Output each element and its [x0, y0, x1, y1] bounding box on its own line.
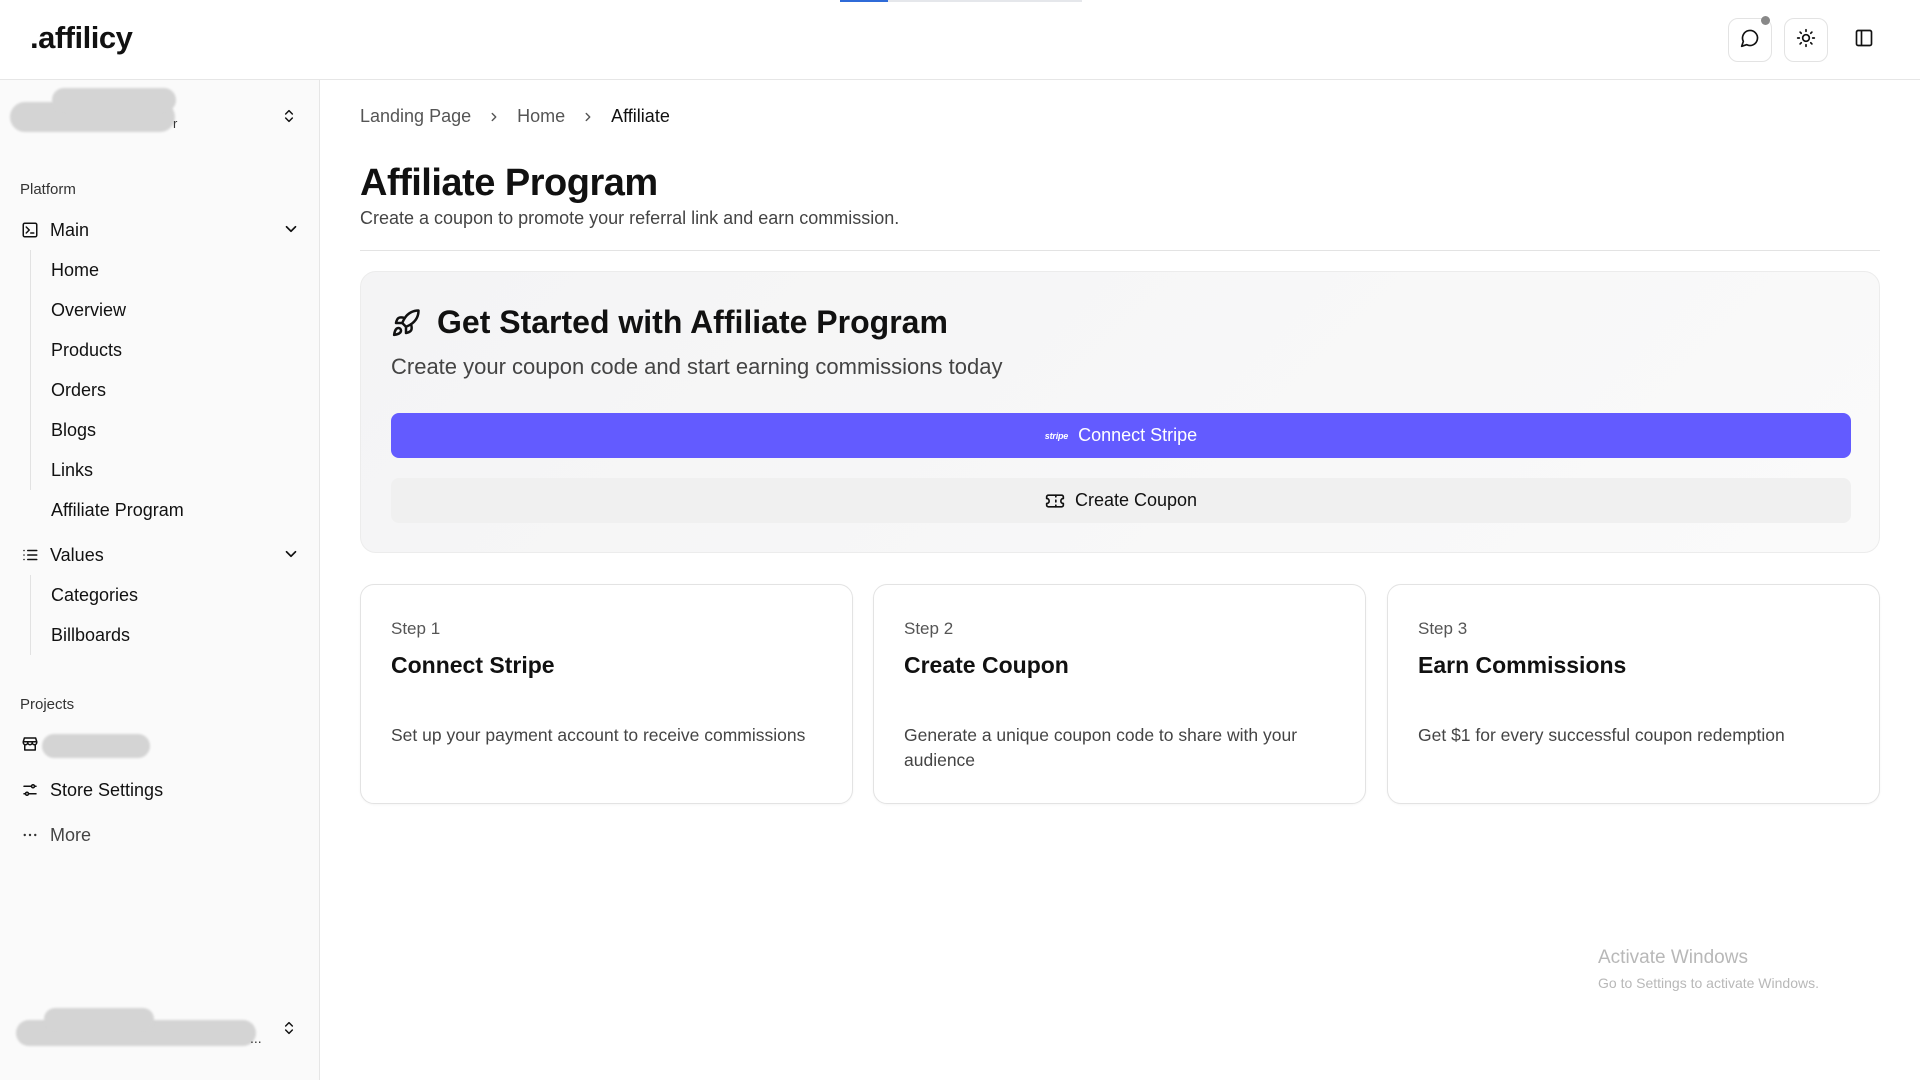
- stripe-logo-icon: stripe: [1044, 430, 1069, 441]
- page-subtitle: Create a coupon to promote your referral…: [360, 208, 900, 228]
- sidebar-group-values-label: Values: [50, 544, 104, 565]
- get-started-subtitle: Create your coupon code and start earnin…: [391, 354, 1003, 379]
- store-settings-label: Store Settings: [50, 779, 164, 800]
- user-switcher[interactable]: ...: [10, 1000, 300, 1060]
- sidebar-item-blogs[interactable]: Blogs: [51, 412, 96, 448]
- watermark-subtitle: Go to Settings to activate Windows.: [1598, 975, 1819, 991]
- divider: [360, 250, 1880, 251]
- sidebar-item-orders[interactable]: Orders: [51, 372, 106, 408]
- submenu-guide-line: [30, 250, 31, 490]
- redacted-store-name: [42, 734, 150, 758]
- sidebar-item-billboards[interactable]: Billboards: [51, 617, 130, 653]
- more-horizontal-icon: [20, 825, 40, 845]
- chevrons-up-down-icon: [281, 108, 297, 129]
- list-icon: [20, 545, 40, 565]
- sidebar-item-links[interactable]: Links: [51, 452, 93, 488]
- breadcrumb-affiliate: Affiliate: [611, 106, 670, 126]
- step-description: Set up your payment account to receive c…: [391, 725, 806, 745]
- notification-dot: [1761, 16, 1770, 25]
- sidebar-item-more[interactable]: More: [20, 817, 300, 853]
- redacted-team-avatar: [52, 88, 176, 112]
- theme-toggle-button[interactable]: [1784, 18, 1828, 62]
- chevron-right-icon: [487, 110, 501, 124]
- chevrons-up-down-icon: [281, 1020, 297, 1041]
- chevron-down-icon: [282, 545, 300, 568]
- step-card-2: Step 2 Create Coupon Generate a unique c…: [873, 584, 1366, 804]
- chevron-right-icon: [581, 110, 595, 124]
- get-started-heading: Get Started with Affiliate Program: [391, 304, 948, 341]
- sidebar-item-store[interactable]: [20, 726, 300, 762]
- step-number: Step 2: [904, 619, 954, 638]
- sidebar-group-main[interactable]: Main: [20, 212, 300, 248]
- breadcrumb-home[interactable]: Home: [517, 106, 565, 127]
- user-name-suffix: ...: [250, 1030, 262, 1046]
- get-started-title: Get Started with Affiliate Program: [437, 304, 948, 340]
- top-bar: .affilicy: [0, 0, 1920, 80]
- page-title: Affiliate Program: [360, 162, 658, 204]
- app-logo[interactable]: .affilicy: [30, 20, 133, 56]
- rocket-icon: [391, 308, 421, 338]
- loading-progress-bar: [840, 0, 1082, 2]
- step-title: Earn Commissions: [1418, 652, 1627, 678]
- sidebar-item-products[interactable]: Products: [51, 332, 122, 368]
- team-name-suffix: r: [173, 116, 178, 131]
- feedback-button[interactable]: [1728, 16, 1772, 62]
- more-label: More: [50, 824, 92, 845]
- step-title: Create Coupon: [904, 652, 1069, 678]
- sidebar-item-store-settings[interactable]: Store Settings: [20, 772, 300, 808]
- watermark-title: Activate Windows: [1598, 947, 1748, 968]
- message-icon: [1740, 28, 1760, 53]
- ticket-icon: [1045, 491, 1065, 511]
- sidebar-item-home[interactable]: Home: [51, 252, 99, 288]
- create-coupon-button[interactable]: Create Coupon: [391, 478, 1851, 523]
- step-card-1: Step 1 Connect Stripe Set up your paymen…: [360, 584, 853, 804]
- sidebar-toggle-icon: [1854, 28, 1874, 53]
- step-card-3: Step 3 Earn Commissions Get $1 for every…: [1387, 584, 1880, 804]
- chevron-down-icon: [282, 220, 300, 243]
- sidebar-item-overview[interactable]: Overview: [51, 292, 126, 328]
- sidebar-group-main-label: Main: [50, 219, 90, 240]
- step-description: Get $1 for every successful coupon redem…: [1418, 725, 1785, 745]
- platform-section-label: Platform: [20, 181, 76, 198]
- step-number: Step 1: [391, 619, 441, 638]
- create-coupon-label: Create Coupon: [1074, 490, 1198, 510]
- step-title: Connect Stripe: [391, 652, 555, 678]
- team-switcher[interactable]: r: [10, 86, 300, 146]
- submenu-guide-line: [30, 575, 31, 655]
- square-terminal-icon: [20, 220, 40, 240]
- sidebar: r Platform Main Home Overview Products O…: [0, 80, 320, 1080]
- redacted-user-email: [44, 1008, 154, 1030]
- sidebar-item-affiliate-program[interactable]: Affiliate Program: [51, 492, 184, 528]
- activate-windows-watermark: Activate Windows Go to Settings to activ…: [1598, 947, 1819, 991]
- step-number: Step 3: [1418, 619, 1468, 638]
- sidebar-toggle-button[interactable]: [1842, 18, 1886, 62]
- step-description: Generate a unique coupon code to share w…: [904, 725, 1298, 770]
- get-started-card: Get Started with Affiliate Program Creat…: [360, 271, 1880, 553]
- sidebar-group-values[interactable]: Values: [20, 537, 300, 573]
- settings-sliders-icon: [20, 780, 40, 800]
- projects-section-label: Projects: [20, 696, 75, 713]
- connect-stripe-label: Connect Stripe: [1078, 425, 1198, 445]
- store-icon: [20, 734, 40, 754]
- sidebar-item-categories[interactable]: Categories: [51, 577, 138, 613]
- breadcrumb: Landing Page Home Affiliate: [360, 106, 670, 127]
- connect-stripe-button[interactable]: stripe Connect Stripe: [391, 413, 1851, 458]
- sun-icon: [1796, 28, 1816, 53]
- breadcrumb-landing-page[interactable]: Landing Page: [360, 106, 471, 127]
